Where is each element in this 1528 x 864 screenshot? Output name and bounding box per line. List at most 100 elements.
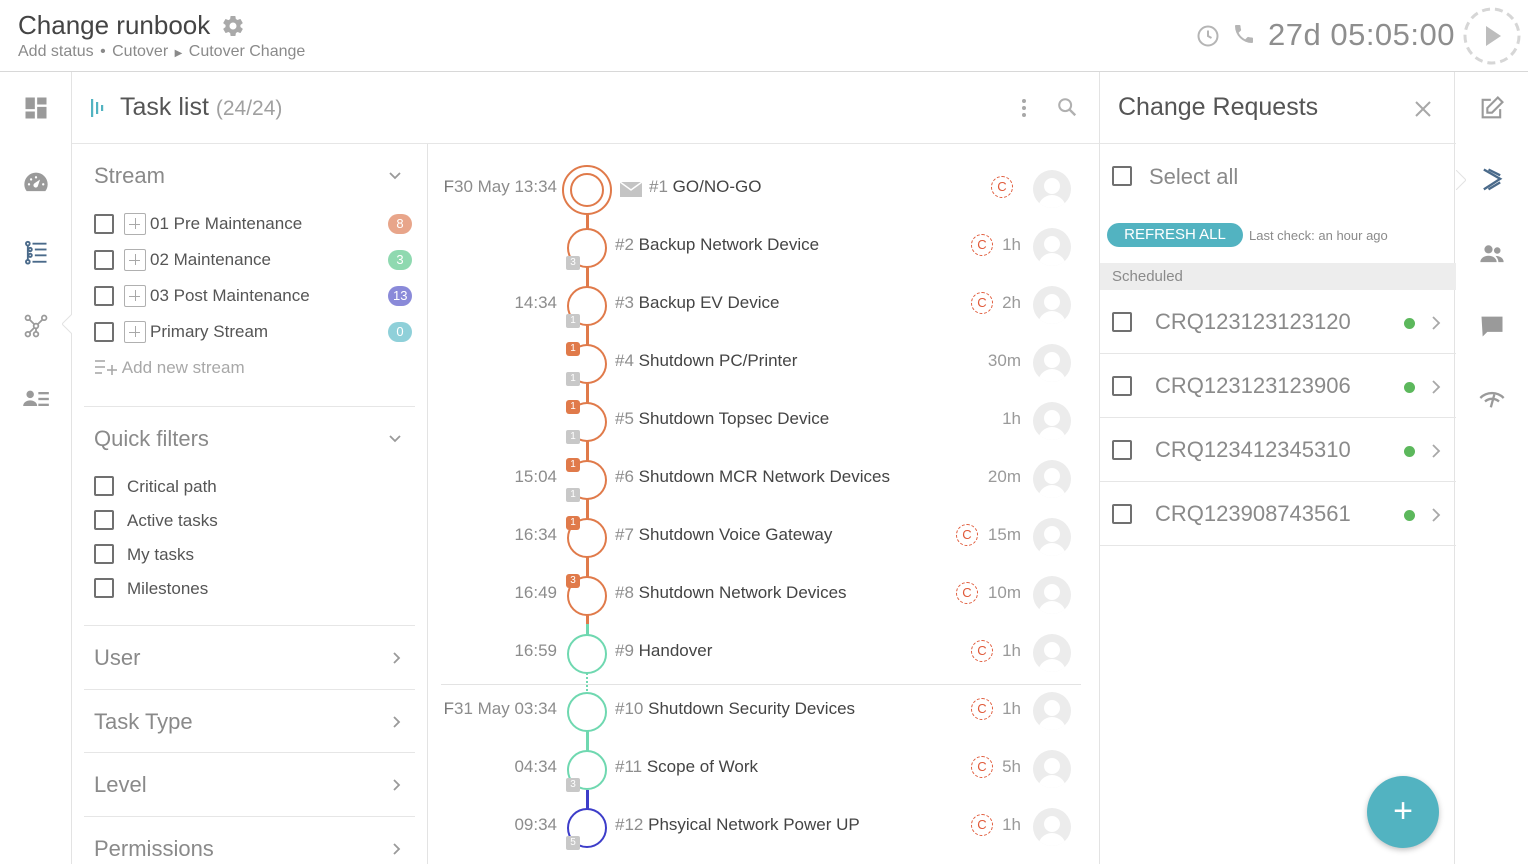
task-row[interactable]: 16:34 1 #7 Shutdown Voice Gateway C 15m xyxy=(429,508,1089,566)
speedometer-icon[interactable] xyxy=(22,168,50,196)
avatar[interactable] xyxy=(1033,286,1071,324)
task-time: F31 May 03:34 xyxy=(443,699,557,718)
chevron-right-icon[interactable] xyxy=(1431,507,1441,523)
expand-plus-icon[interactable] xyxy=(124,213,146,235)
refresh-all-button[interactable]: REFRESH ALL xyxy=(1107,223,1243,247)
chevron-right-icon[interactable] xyxy=(390,842,402,856)
change-c-icon: C xyxy=(971,814,993,836)
chevron-right-icon[interactable] xyxy=(390,715,402,729)
dashboard-icon[interactable] xyxy=(22,94,50,122)
task-row[interactable]: 16:59 #9 Handover C 1h xyxy=(429,624,1089,682)
stream-item[interactable]: 02 Maintenance 3 xyxy=(94,247,414,273)
task-duration: 10m xyxy=(987,583,1021,602)
crq-checkbox[interactable] xyxy=(1112,376,1132,396)
stream-section-title[interactable]: Stream xyxy=(94,163,165,189)
avatar[interactable] xyxy=(1033,170,1071,208)
gear-icon[interactable] xyxy=(221,14,245,38)
avatar[interactable] xyxy=(1033,518,1071,556)
permissions-filter-section[interactable]: Permissions xyxy=(94,836,214,862)
crq-row[interactable]: CRQ123123123120 xyxy=(1100,290,1456,354)
avatar[interactable] xyxy=(1033,228,1071,266)
task-row[interactable]: 1 1 #4 Shutdown PC/Printer 30m xyxy=(429,334,1089,392)
change-request-icon[interactable] xyxy=(1478,166,1506,194)
avatar[interactable] xyxy=(1033,808,1071,846)
avatar[interactable] xyxy=(1033,576,1071,614)
user-list-icon[interactable] xyxy=(22,385,50,413)
task-duration: 15m xyxy=(987,525,1021,544)
edit-icon[interactable] xyxy=(1478,94,1506,122)
task-row[interactable]: 14:34 1 #3 Backup EV Device C 2h xyxy=(429,276,1089,334)
stream-item[interactable]: Primary Stream 0 xyxy=(94,319,414,345)
stream-checkbox[interactable] xyxy=(94,250,114,270)
task-row[interactable]: 15:04 1 1 #6 Shutdown MCR Network Device… xyxy=(429,450,1089,508)
chevron-down-icon[interactable] xyxy=(388,432,402,446)
crq-checkbox[interactable] xyxy=(1112,312,1132,332)
crq-row[interactable]: CRQ123412345310 xyxy=(1100,418,1456,482)
user-filter-section[interactable]: User xyxy=(94,645,140,671)
team-icon[interactable] xyxy=(1478,240,1506,268)
crq-checkbox[interactable] xyxy=(1112,440,1132,460)
expand-plus-icon[interactable] xyxy=(124,249,146,271)
task-list-icon[interactable] xyxy=(22,239,50,267)
task-row[interactable]: 09:34 5 #12 Phsyical Network Power UP C … xyxy=(429,798,1089,856)
breadcrumb-change[interactable]: Cutover Change xyxy=(189,43,306,60)
close-icon[interactable] xyxy=(1412,98,1434,120)
task-row[interactable]: 1 1 #5 Shutdown Topsec Device 1h xyxy=(429,392,1089,450)
checkbox[interactable] xyxy=(94,476,114,496)
task-row[interactable]: F30 May 13:34 #1 GO/NO-GO C xyxy=(429,160,1089,218)
breadcrumb-cutover[interactable]: Cutover xyxy=(112,43,168,60)
chevron-right-icon[interactable] xyxy=(390,651,402,665)
task-row[interactable]: F31 May 03:34 #10 Shutdown Security Devi… xyxy=(429,682,1089,740)
play-icon[interactable] xyxy=(1462,6,1522,66)
level-filter-section[interactable]: Level xyxy=(94,772,147,798)
crq-checkbox[interactable] xyxy=(1112,504,1132,524)
stream-item[interactable]: 01 Pre Maintenance 8 xyxy=(94,211,414,237)
task-row[interactable]: 16:49 3 #8 Shutdown Network Devices C 10… xyxy=(429,566,1089,624)
expand-plus-icon[interactable] xyxy=(124,285,146,307)
avatar[interactable] xyxy=(1033,460,1071,498)
avatar[interactable] xyxy=(1033,750,1071,788)
crq-row[interactable]: CRQ123908743561 xyxy=(1100,482,1456,546)
checkbox[interactable] xyxy=(94,578,114,598)
task-duration: 1h xyxy=(1002,235,1021,254)
change-c-icon: C xyxy=(971,698,993,720)
avatar[interactable] xyxy=(1033,402,1071,440)
select-all-checkbox[interactable] xyxy=(1112,166,1132,186)
breadcrumb-status[interactable]: Add status xyxy=(18,43,94,60)
crq-row[interactable]: CRQ123123123906 xyxy=(1100,354,1456,418)
stream-checkbox[interactable] xyxy=(94,286,114,306)
checkbox[interactable] xyxy=(94,510,114,530)
add-fab-button[interactable]: + xyxy=(1367,776,1439,848)
expand-plus-icon[interactable] xyxy=(124,321,146,343)
quick-filters-title[interactable]: Quick filters xyxy=(94,426,209,452)
task-count: (24/24) xyxy=(215,97,283,120)
network-graph-icon[interactable] xyxy=(22,312,50,340)
task-label: #4 Shutdown PC/Printer xyxy=(615,351,798,370)
crq-id: CRQ123908743561 xyxy=(1155,501,1351,526)
checkbox[interactable] xyxy=(94,544,114,564)
stream-checkbox[interactable] xyxy=(94,322,114,342)
task-type-filter-section[interactable]: Task Type xyxy=(94,709,193,735)
task-row[interactable]: 3 #2 Backup Network Device C 1h xyxy=(429,218,1089,276)
phone-icon xyxy=(1235,25,1253,43)
chevron-right-icon[interactable] xyxy=(390,778,402,792)
avatar[interactable] xyxy=(1033,634,1071,672)
avatar[interactable] xyxy=(1033,692,1071,730)
chevron-right-icon[interactable] xyxy=(1431,315,1441,331)
search-icon[interactable] xyxy=(1056,96,1078,118)
chevron-right-icon[interactable] xyxy=(1431,443,1441,459)
chevron-down-icon[interactable] xyxy=(388,169,402,183)
filters-panel: Stream 01 Pre Maintenance 8 02 Maintenan… xyxy=(72,144,428,864)
left-nav xyxy=(0,72,72,864)
stream-item[interactable]: 03 Post Maintenance 13 xyxy=(94,283,414,309)
task-row[interactable]: 04:34 3 #11 Scope of Work C 5h xyxy=(429,740,1089,798)
chevron-right-icon[interactable] xyxy=(1431,379,1441,395)
breadcrumb: Add status • Cutover ▶ Cutover Change xyxy=(18,43,306,60)
add-stream-button[interactable]: Add new stream xyxy=(94,358,245,378)
comment-icon[interactable] xyxy=(1478,312,1506,340)
stream-checkbox[interactable] xyxy=(94,214,114,234)
more-vert-icon[interactable] xyxy=(1018,96,1030,120)
signal-icon[interactable] xyxy=(1478,384,1506,412)
avatar[interactable] xyxy=(1033,344,1071,382)
task-duration: 1h xyxy=(1002,699,1021,718)
